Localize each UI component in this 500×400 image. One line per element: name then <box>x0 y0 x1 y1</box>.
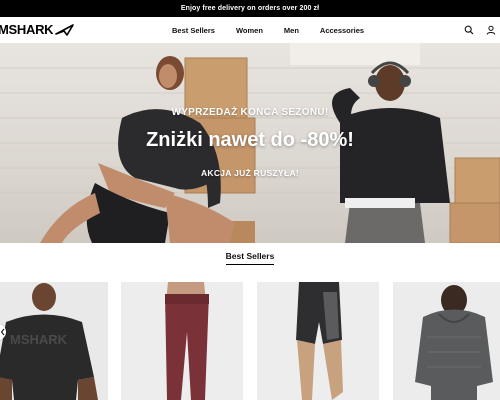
product-image-hoodie <box>393 282 500 400</box>
main-nav: Best Sellers Women Men Accessories <box>172 17 364 43</box>
chevron-left-icon <box>0 328 5 336</box>
nav-women[interactable]: Women <box>236 26 263 35</box>
logo[interactable]: MSHARK <box>0 22 75 37</box>
search-icon[interactable] <box>464 25 474 35</box>
hero-kicker: WYPRZEDAŻ KONCA SEZONU! <box>171 107 329 118</box>
product-image-shorts <box>257 282 379 400</box>
header-icons <box>464 17 496 43</box>
best-sellers-heading[interactable]: Best Sellers <box>0 251 500 265</box>
nav-best-sellers[interactable]: Best Sellers <box>172 26 215 35</box>
shark-logo-icon <box>55 23 75 36</box>
promo-bar: Enjoy free delivery on orders over 200 z… <box>0 0 500 17</box>
hero-subtitle: AKCJA JUŻ RUSZYŁA! <box>200 168 300 178</box>
product-image-black-tshirt: MSHARK <box>0 282 108 400</box>
hero-text: WYPRZEDAŻ KONCA SEZONU! Zniżki nawet do … <box>0 43 500 243</box>
product-card-shorts[interactable] <box>257 282 379 400</box>
product-card-black-tshirt[interactable]: MSHARK <box>0 282 108 400</box>
product-card-grey-hoodie[interactable] <box>393 282 500 400</box>
site-header: MSHARK Best Sellers Women Men Accessorie… <box>0 17 500 43</box>
nav-men[interactable]: Men <box>284 26 299 35</box>
hero-title: Zniżki nawet do -80%! <box>146 129 354 151</box>
product-card-burgundy-leggings[interactable] <box>121 282 243 400</box>
promo-text: Enjoy free delivery on orders over 200 z… <box>180 5 320 12</box>
hero-banner[interactable]: WYPRZEDAŻ KONCA SEZONU! Zniżki nawet do … <box>0 43 500 243</box>
account-icon[interactable] <box>486 25 496 35</box>
product-print-text: MSHARK <box>10 332 68 347</box>
product-image-leggings <box>121 282 243 400</box>
product-carousel: MSHARK <box>0 282 500 400</box>
logo-text: MSHARK <box>0 22 54 37</box>
nav-accessories[interactable]: Accessories <box>320 26 364 35</box>
